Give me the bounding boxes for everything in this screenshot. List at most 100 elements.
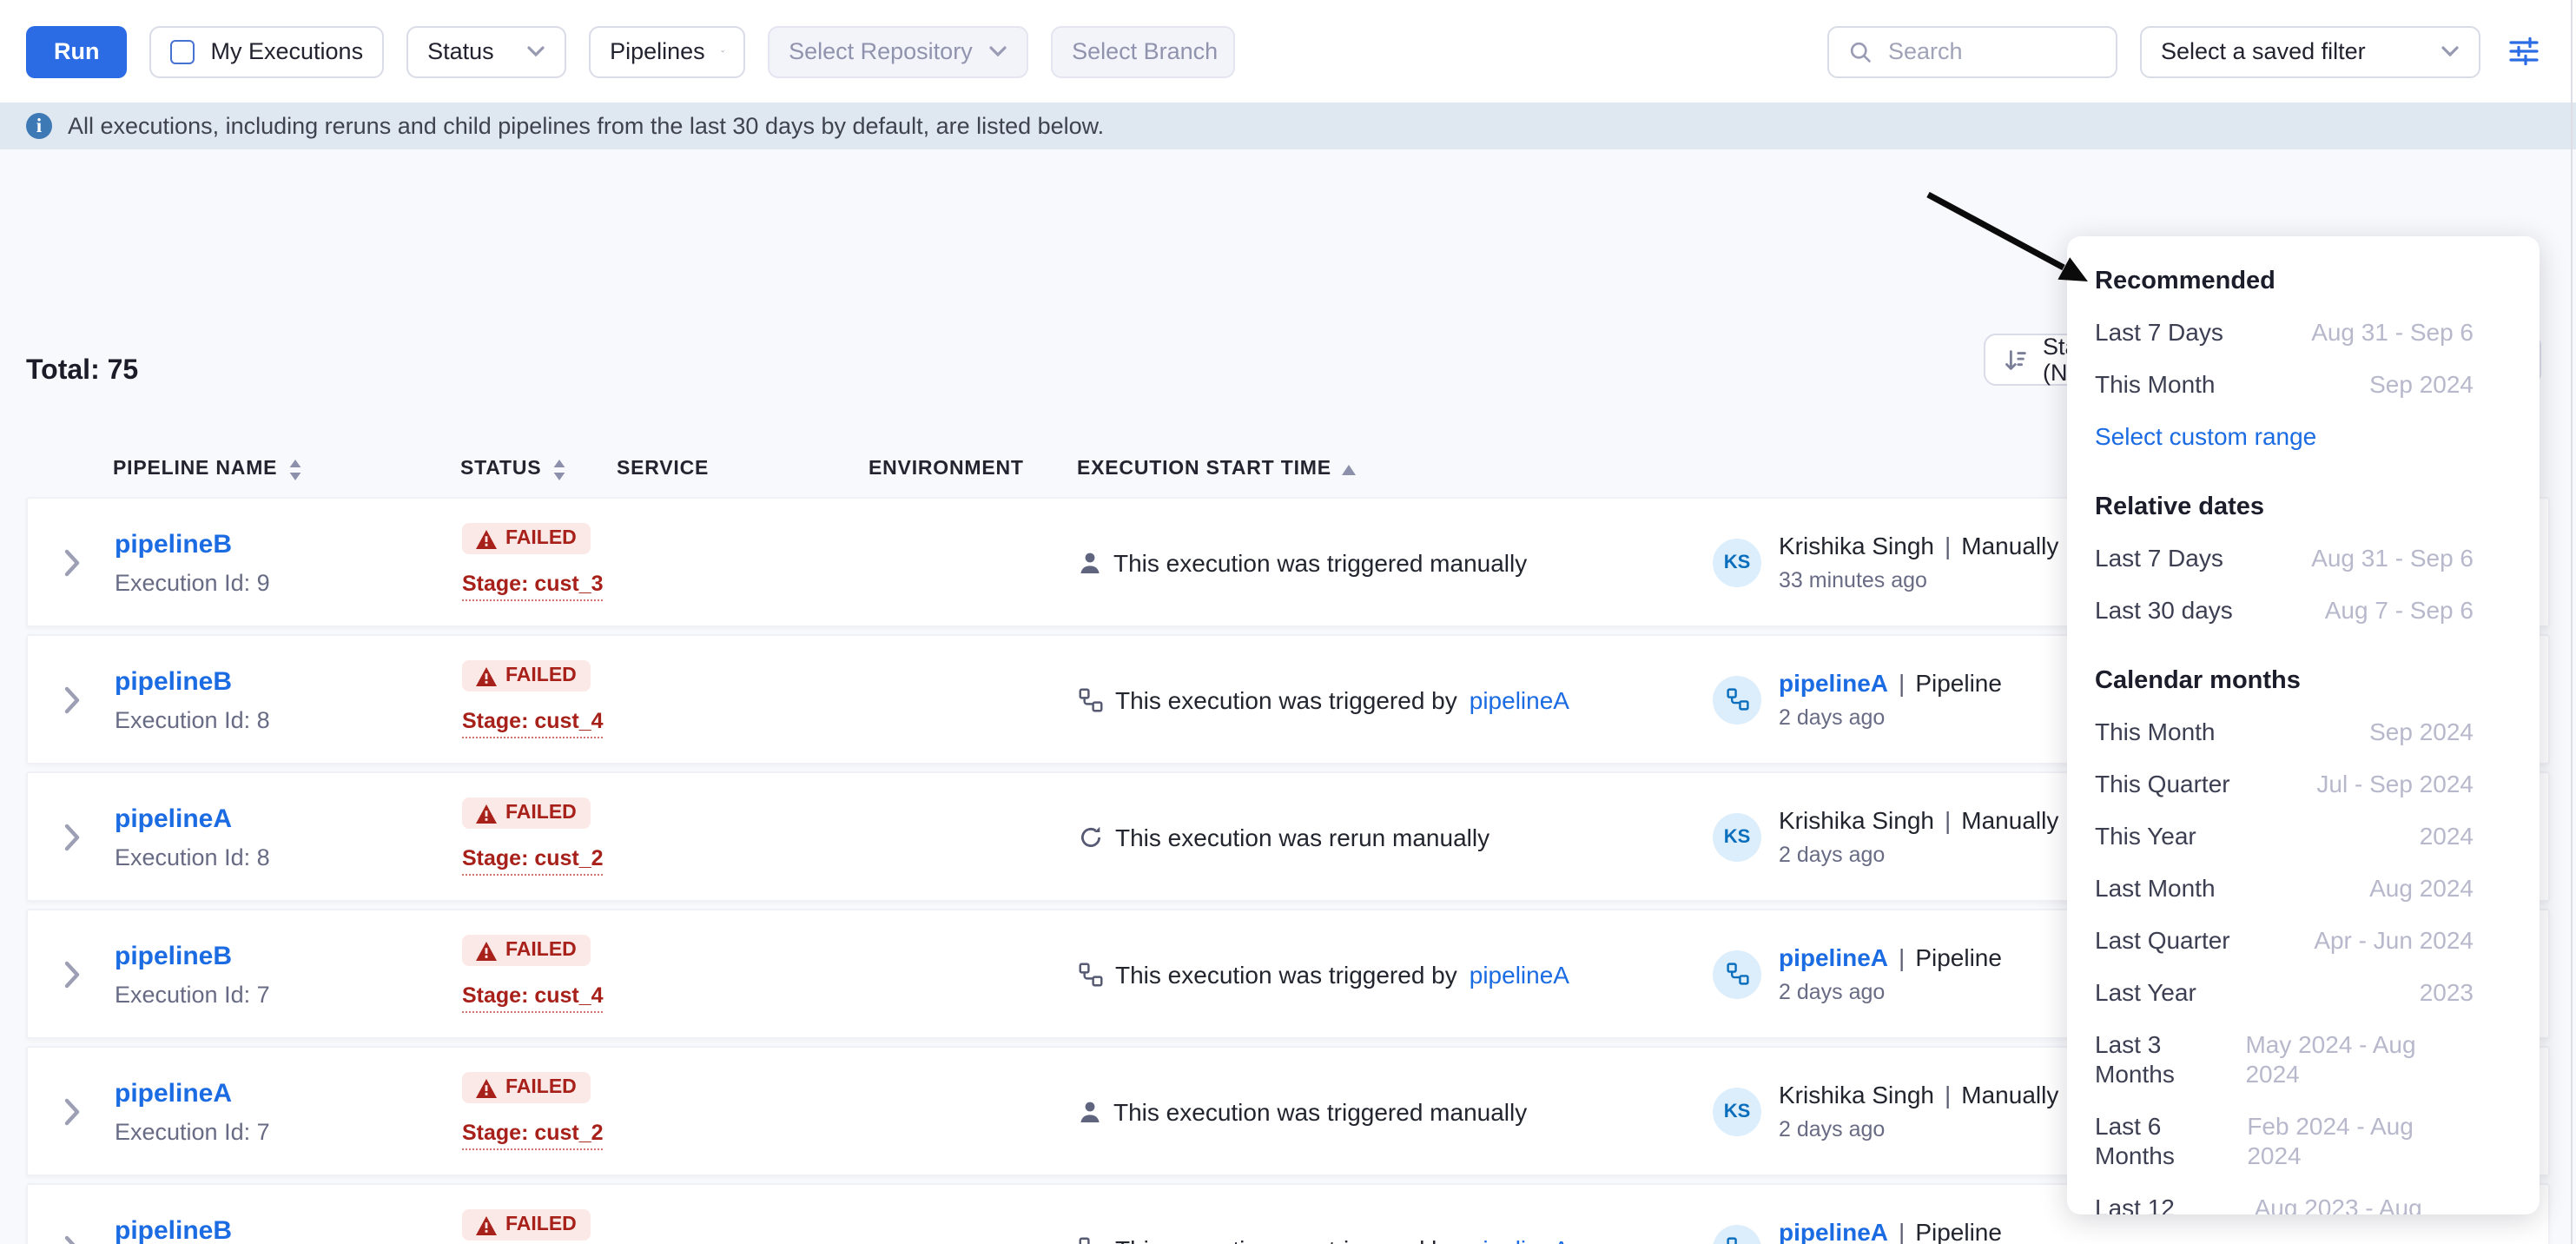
status-badge: FAILED bbox=[462, 1073, 591, 1104]
trigger-pipeline-link[interactable]: pipelineA bbox=[1470, 685, 1569, 713]
start-time-ago: 2 days ago bbox=[1779, 980, 2002, 1004]
checkbox-icon[interactable] bbox=[171, 39, 195, 63]
date-range-dropdown-panel: RecommendedLast 7 DaysAug 31 - Sep 6This… bbox=[2067, 236, 2540, 1214]
failed-stage-link[interactable]: Stage: cust_2 bbox=[462, 846, 604, 876]
select-repository-dropdown[interactable]: Select Repository bbox=[768, 25, 1028, 77]
dropdown-section: Relative datesLast 7 DaysAug 31 - Sep 6L… bbox=[2067, 476, 2540, 650]
status-badge: FAILED bbox=[462, 936, 591, 967]
dropdown-item[interactable]: This MonthSep 2024 bbox=[2067, 358, 2540, 410]
expand-row-button[interactable] bbox=[28, 685, 115, 713]
pipelines-filter-dropdown[interactable]: Pipelines bbox=[589, 25, 745, 77]
dropdown-item[interactable]: Last QuarterApr - Jun 2024 bbox=[2067, 914, 2540, 966]
dropdown-item[interactable]: This MonthSep 2024 bbox=[2067, 705, 2540, 758]
trigger-pipeline-link[interactable]: pipelineA bbox=[1470, 1234, 1569, 1244]
dropdown-item[interactable]: Select custom range bbox=[2067, 410, 2540, 462]
start-time-ago: 33 minutes ago bbox=[1779, 568, 2058, 592]
pipeline-name-cell: pipelineB Execution Id: 7 bbox=[115, 941, 462, 1007]
select-branch-dropdown[interactable]: Select Branch bbox=[1051, 25, 1235, 77]
failed-stage-link[interactable]: Stage: cust_2 bbox=[462, 1121, 604, 1150]
sort-icon bbox=[2003, 347, 2029, 373]
start-time-ago: 2 days ago bbox=[1779, 705, 2002, 730]
column-header[interactable]: EXECUTION START TIME bbox=[1077, 459, 1711, 480]
pipeline-name-link[interactable]: pipelineA bbox=[115, 804, 462, 833]
trigger-text: This execution was triggered by bbox=[1115, 1234, 1457, 1244]
starter-pipeline-link[interactable]: pipelineA bbox=[1779, 669, 1888, 697]
info-banner-text: All executions, including reruns and chi… bbox=[68, 113, 1104, 139]
starter-via: Pipeline bbox=[1915, 669, 2002, 697]
warning-icon bbox=[476, 530, 497, 549]
pipeline-icon bbox=[1726, 688, 1748, 711]
dropdown-item[interactable]: Last 7 DaysAug 31 - Sep 6 bbox=[2067, 532, 2540, 584]
expand-row-button[interactable] bbox=[28, 1234, 115, 1244]
search-box[interactable] bbox=[1827, 25, 2117, 77]
starter-via: Pipeline bbox=[1915, 943, 2002, 971]
status-filter-label: Status bbox=[427, 38, 494, 64]
scrollbar-track[interactable] bbox=[2571, 0, 2573, 1244]
chevron-right-icon bbox=[63, 548, 79, 576]
dropdown-section: RecommendedLast 7 DaysAug 31 - Sep 6This… bbox=[2067, 250, 2540, 476]
chevron-right-icon bbox=[63, 1097, 79, 1125]
status-badge: FAILED bbox=[462, 798, 591, 830]
info-banner: All executions, including reruns and chi… bbox=[0, 103, 2576, 149]
starter-pipeline-link[interactable]: pipelineA bbox=[1779, 943, 1888, 971]
chevron-down-icon bbox=[988, 45, 1007, 57]
status-badge: FAILED bbox=[462, 524, 591, 555]
failed-stage-link[interactable]: Stage: cust_4 bbox=[462, 983, 604, 1013]
starter-pipeline-link[interactable]: pipelineA bbox=[1779, 1218, 1888, 1244]
pipeline-name-link[interactable]: pipelineB bbox=[115, 666, 462, 696]
dropdown-item[interactable]: This QuarterJul - Sep 2024 bbox=[2067, 758, 2540, 810]
pipeline-avatar bbox=[1713, 1224, 1761, 1244]
run-button[interactable]: Run bbox=[26, 25, 128, 77]
chevron-down-icon bbox=[721, 45, 724, 57]
separator: | bbox=[1899, 943, 1905, 971]
saved-filter-label: Select a saved filter bbox=[2161, 38, 2366, 64]
pipeline-name-cell: pipelineBExecution Id: 6 bbox=[115, 1215, 462, 1244]
separator: | bbox=[1945, 806, 1951, 834]
dropdown-item[interactable]: This Year2024 bbox=[2067, 810, 2540, 862]
filter-settings-button[interactable] bbox=[2508, 36, 2540, 66]
status-filter-dropdown[interactable]: Status bbox=[406, 25, 566, 77]
sort-asc-icon bbox=[1342, 463, 1357, 475]
failed-stage-link[interactable]: Stage: cust_3 bbox=[462, 572, 604, 601]
expand-row-button[interactable] bbox=[28, 960, 115, 988]
separator: | bbox=[1899, 669, 1905, 697]
dropdown-item[interactable]: Last 30 daysAug 7 - Sep 6 bbox=[2067, 584, 2540, 636]
trigger-text: This execution was triggered by bbox=[1115, 685, 1457, 713]
trigger-message: This execution was rerun manually bbox=[1079, 823, 1713, 850]
execution-id: Execution Id: 7 bbox=[115, 1118, 462, 1144]
expand-row-button[interactable] bbox=[28, 823, 115, 850]
saved-filter-dropdown[interactable]: Select a saved filter bbox=[2140, 25, 2480, 77]
column-header[interactable]: PIPELINE NAME bbox=[113, 458, 460, 480]
dropdown-item[interactable]: Last 12 MonthsAug 2023 - Aug 2024 bbox=[2067, 1181, 2540, 1214]
execution-id: Execution Id: 7 bbox=[115, 981, 462, 1007]
column-header: ENVIRONMENT bbox=[869, 459, 1077, 480]
pipeline-name-link[interactable]: pipelineB bbox=[115, 529, 462, 559]
pipeline-name-link[interactable]: pipelineB bbox=[115, 1215, 462, 1244]
search-input[interactable] bbox=[1888, 38, 2097, 64]
dropdown-section-title: Recommended bbox=[2067, 250, 2540, 306]
pipeline-name-cell: pipelineAExecution Id: 8 bbox=[115, 804, 462, 870]
dropdown-item[interactable]: Last MonthAug 2024 bbox=[2067, 862, 2540, 914]
chevron-right-icon bbox=[63, 685, 79, 713]
pipeline-name-link[interactable]: pipelineB bbox=[115, 941, 462, 970]
trigger-message: This execution was triggered manually bbox=[1079, 548, 1713, 576]
chevron-right-icon bbox=[63, 823, 79, 850]
dropdown-item[interactable]: Last 6 MonthsFeb 2024 - Aug 2024 bbox=[2067, 1100, 2540, 1181]
my-executions-checkbox[interactable]: My Executions bbox=[150, 25, 385, 77]
failed-stage-link[interactable]: Stage: cust_4 bbox=[462, 709, 604, 738]
column-header[interactable]: STATUS bbox=[460, 458, 617, 480]
expand-row-button[interactable] bbox=[28, 1097, 115, 1125]
separator: | bbox=[1945, 532, 1951, 559]
user-avatar: KS bbox=[1713, 812, 1761, 861]
starter-via: Pipeline bbox=[1915, 1218, 2002, 1244]
expand-row-button[interactable] bbox=[28, 548, 115, 576]
pipeline-name-link[interactable]: pipelineA bbox=[115, 1078, 462, 1108]
dropdown-section: Calendar monthsThis MonthSep 2024This Qu… bbox=[2067, 650, 2540, 1214]
toolbar: Run My Executions Status Pipelines Selec… bbox=[0, 0, 2576, 103]
trigger-pipeline-link[interactable]: pipelineA bbox=[1470, 960, 1569, 988]
dropdown-item[interactable]: Last 3 MonthsMay 2024 - Aug 2024 bbox=[2067, 1018, 2540, 1100]
dropdown-item[interactable]: Last Year2023 bbox=[2067, 966, 2540, 1018]
dropdown-item[interactable]: Last 7 DaysAug 31 - Sep 6 bbox=[2067, 306, 2540, 358]
column-header: SERVICE bbox=[617, 459, 869, 480]
chevron-right-icon bbox=[63, 960, 79, 988]
